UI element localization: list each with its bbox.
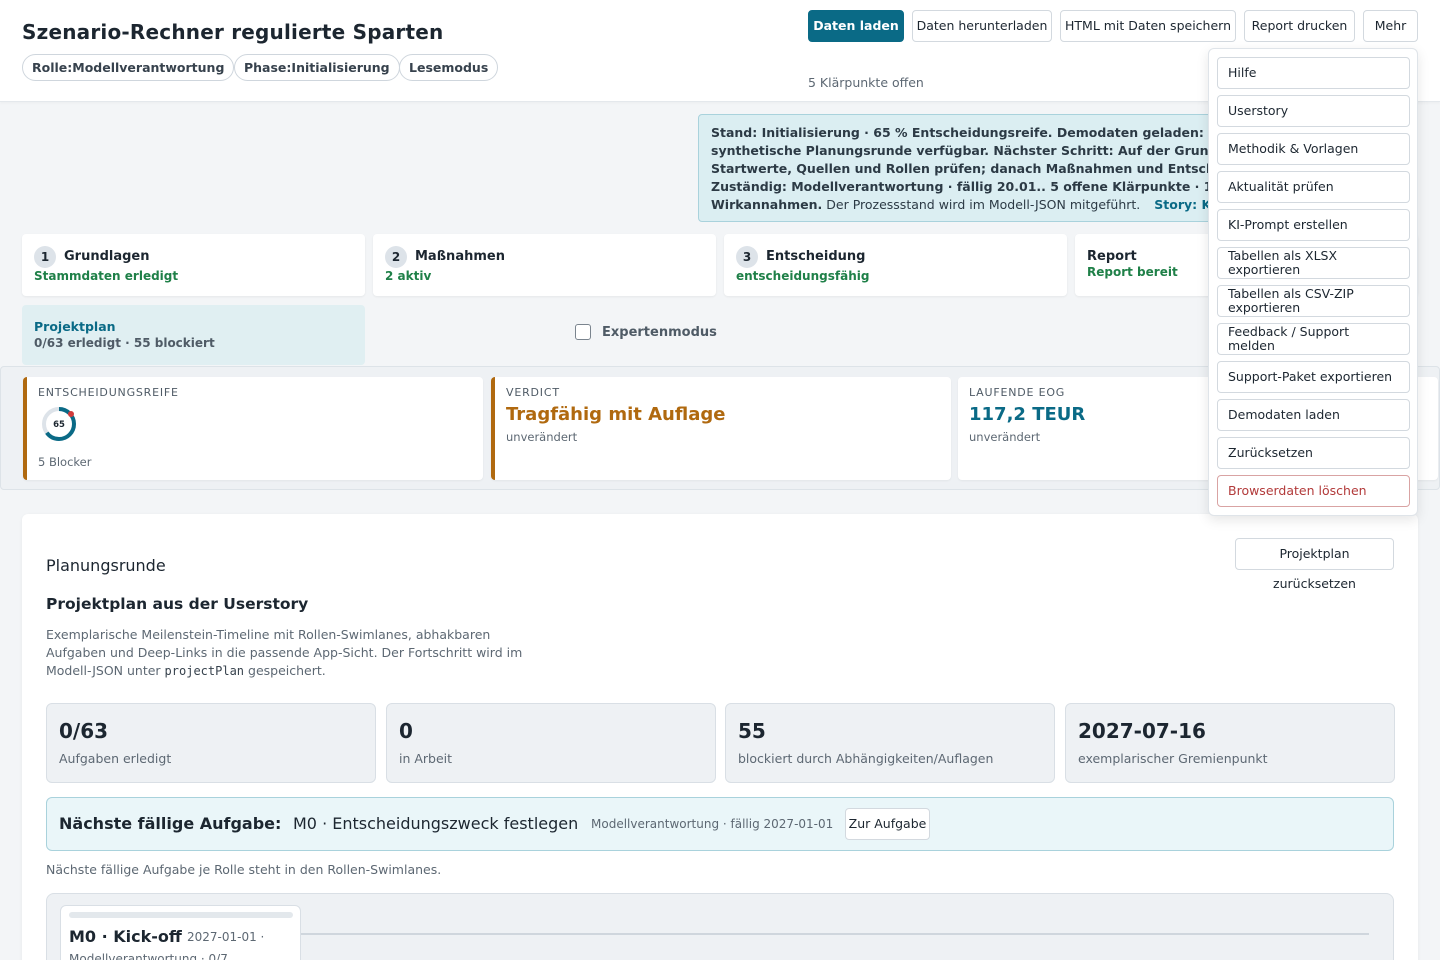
step-number: 1 — [34, 246, 56, 268]
menu-item-export-xlsx[interactable]: Tabellen als XLSX exportieren — [1217, 247, 1410, 279]
menu-item-check-freshness[interactable]: Aktualität prüfen — [1217, 171, 1410, 203]
kpi-value: Tragfähig mit Auflage — [506, 404, 726, 425]
more-button[interactable]: Mehr — [1363, 10, 1418, 42]
desc-text: gespeichert. — [244, 663, 326, 678]
timeline-line — [297, 933, 1369, 935]
step-title: Report — [1087, 249, 1137, 264]
stat-in-progress: 0 in Arbeit — [386, 703, 716, 783]
project-plan-panel: Planungsrunde Projektplan aus der Userst… — [22, 514, 1418, 960]
readiness-ring-icon: 65 — [42, 407, 76, 441]
stat-done: 0/63 Aufgaben erledigt — [46, 703, 376, 783]
step-title: Entscheidung — [766, 249, 866, 264]
menu-item-ai-prompt[interactable]: KI-Prompt erstellen — [1217, 209, 1410, 241]
milestone-card[interactable]: M0 · Kick-off 2027-01-01 · Modellverantw… — [60, 905, 301, 960]
stat-label: exemplarischer Gremienpunkt — [1078, 751, 1268, 766]
menu-item-reset[interactable]: Zurücksetzen — [1217, 437, 1410, 469]
step-number: 3 — [736, 246, 758, 268]
step-card-massnahmen[interactable]: 2 Maßnahmen 2 aktiv — [373, 234, 716, 296]
panel-title: Projektplan aus der Userstory — [46, 595, 309, 613]
kpi-sub: unverändert — [969, 430, 1041, 444]
stat-value: 2027-07-16 — [1078, 719, 1206, 743]
blocker-count: 5 Blocker — [38, 455, 92, 469]
kpi-readiness: ENTSCHEIDUNGSREIFE 65 5 Blocker — [23, 377, 483, 480]
milestone-progress-bar — [69, 912, 293, 918]
project-plan-card[interactable]: Projektplan 0/63 erledigt · 55 blockiert — [22, 305, 365, 365]
stat-value: 55 — [738, 719, 766, 743]
step-title: Grundlagen — [64, 249, 150, 264]
step-status: Report bereit — [1087, 265, 1178, 279]
role-chip[interactable]: Rolle:Modellverantwortung — [22, 54, 235, 81]
menu-item-support-package[interactable]: Support-Paket exportieren — [1217, 361, 1410, 393]
expert-mode-toggle[interactable]: Expertenmodus — [575, 324, 717, 340]
stat-label: Aufgaben erledigt — [59, 751, 172, 766]
project-plan-title: Projektplan — [34, 319, 116, 334]
desc-code: projectPlan — [164, 664, 245, 678]
panel-eyebrow: Planungsrunde — [46, 556, 166, 575]
menu-item-methodology[interactable]: Methodik & Vorlagen — [1217, 133, 1410, 165]
step-card-entscheidung[interactable]: 3 Entscheidung entscheidungsfähig — [724, 234, 1067, 296]
ring-value: 65 — [53, 420, 65, 430]
project-plan-summary: 0/63 erledigt · 55 blockiert — [34, 336, 215, 350]
download-data-button[interactable]: Daten herunterladen — [912, 10, 1052, 42]
menu-item-clear-browser-data[interactable]: Browserdaten löschen — [1217, 475, 1410, 507]
stat-value: 0 — [399, 719, 413, 743]
menu-item-feedback[interactable]: Feedback / Support melden — [1217, 323, 1410, 355]
next-due-task: Nächste fällige Aufgabe: M0 · Entscheidu… — [46, 797, 1394, 851]
reset-project-plan-button[interactable]: Projektplan zurücksetzen — [1235, 538, 1394, 591]
more-menu: Hilfe Userstory Methodik & Vorlagen Aktu… — [1208, 48, 1418, 516]
step-status: Stammdaten erledigt — [34, 269, 179, 283]
stat-committee-date: 2027-07-16 exemplarischer Gremienpunkt — [1065, 703, 1395, 783]
panel-description: Exemplarische Meilenstein-Timeline mit R… — [46, 626, 546, 680]
app-title: Szenario-Rechner regulierte Sparten — [22, 20, 444, 44]
menu-item-export-csv-zip[interactable]: Tabellen als CSV-ZIP exportieren — [1217, 285, 1410, 317]
go-to-task-button[interactable]: Zur Aufgabe — [845, 808, 930, 840]
step-title: Maßnahmen — [415, 249, 505, 264]
step-number: 2 — [385, 246, 407, 268]
kpi-label: LAUFENDE EOG — [969, 386, 1066, 399]
stat-value: 0/63 — [59, 719, 109, 743]
stat-blocked: 55 blockiert durch Abhängigkeiten/Auflag… — [725, 703, 1055, 783]
step-status: 2 aktiv — [385, 269, 432, 283]
load-data-button[interactable]: Daten laden — [808, 10, 904, 42]
phase-chip[interactable]: Phase:Initialisierung — [234, 54, 400, 81]
next-task-meta: Modellverantwortung · fällig 2027-01-01 — [591, 817, 834, 831]
kpi-label: ENTSCHEIDUNGSREIFE — [38, 386, 179, 399]
expert-mode-checkbox[interactable] — [575, 324, 591, 340]
stat-label: blockiert durch Abhängigkeiten/Auflagen — [738, 751, 994, 766]
kpi-verdict: VERDICT Tragfähig mit Auflage unveränder… — [491, 377, 951, 480]
expert-mode-label: Expertenmodus — [602, 324, 717, 340]
read-mode-chip[interactable]: Lesemodus — [399, 54, 499, 81]
milestone-title: M0 · Kick-off — [69, 927, 182, 946]
kpi-sub: unverändert — [506, 430, 578, 444]
step-card-grundlagen[interactable]: 1 Grundlagen Stammdaten erledigt — [22, 234, 365, 296]
swimlane-note: Nächste fällige Aufgabe je Rolle steht i… — [46, 862, 442, 877]
open-points-count: 5 Klärpunkte offen — [808, 75, 924, 90]
menu-item-userstory[interactable]: Userstory — [1217, 95, 1410, 127]
role-swimlane: M0 · Kick-off 2027-01-01 · Modellverantw… — [46, 893, 1394, 960]
print-report-button[interactable]: Report drucken — [1244, 10, 1355, 42]
save-html-button[interactable]: HTML mit Daten speichern — [1060, 10, 1236, 42]
status-banner: Stand: Initialisierung · 65 % Entscheidu… — [698, 114, 1258, 222]
menu-item-help[interactable]: Hilfe — [1217, 57, 1410, 89]
status-normal-text: Der Prozessstand wird im Modell-JSON mit… — [826, 197, 1141, 212]
milestone-role: Modellverantwortung · 0/7 — [69, 952, 228, 960]
menu-item-load-demo[interactable]: Demodaten laden — [1217, 399, 1410, 431]
next-task-heading: Nächste fällige Aufgabe: — [59, 814, 282, 833]
milestone-date: 2027-01-01 · — [187, 930, 265, 944]
step-status: entscheidungsfähig — [736, 269, 870, 283]
next-task-title: M0 · Entscheidungszweck festlegen — [293, 814, 579, 833]
kpi-value: 117,2 TEUR — [969, 404, 1086, 425]
stat-label: in Arbeit — [399, 751, 453, 766]
kpi-label: VERDICT — [506, 386, 560, 399]
